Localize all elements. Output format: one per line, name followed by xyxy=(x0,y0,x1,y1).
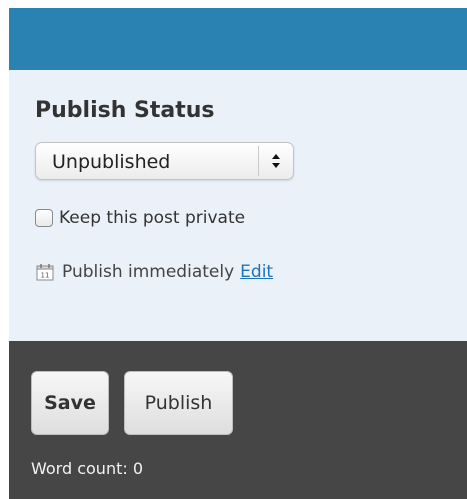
keep-private-checkbox[interactable] xyxy=(35,209,53,227)
calendar-day-number: 11 xyxy=(41,272,50,280)
save-button[interactable]: Save xyxy=(31,371,109,435)
publish-schedule-row: 11 Publish immediately Edit xyxy=(35,262,273,282)
publish-footer: Save Publish Word count: 0 xyxy=(9,341,467,499)
publish-immediately-text: Publish immediately xyxy=(62,262,235,282)
calendar-icon: 11 xyxy=(36,264,54,281)
word-count: Word count: 0 xyxy=(31,459,144,478)
publish-status-title: Publish Status xyxy=(35,98,215,123)
publish-status-select-value: Unpublished xyxy=(52,151,171,173)
keep-private-label: Keep this post private xyxy=(59,208,246,228)
keep-private-row: Keep this post private xyxy=(35,208,245,228)
publish-status-select[interactable]: Unpublished xyxy=(35,142,294,180)
publish-content: Publish Status Unpublished Keep this pos… xyxy=(9,70,467,341)
panel-header-bar xyxy=(9,8,467,70)
select-arrows-icon xyxy=(272,154,280,168)
publish-panel: Publish Status Unpublished Keep this pos… xyxy=(9,8,467,499)
select-divider xyxy=(258,146,259,176)
edit-schedule-link[interactable]: Edit xyxy=(240,262,273,282)
publish-button[interactable]: Publish xyxy=(124,371,233,435)
